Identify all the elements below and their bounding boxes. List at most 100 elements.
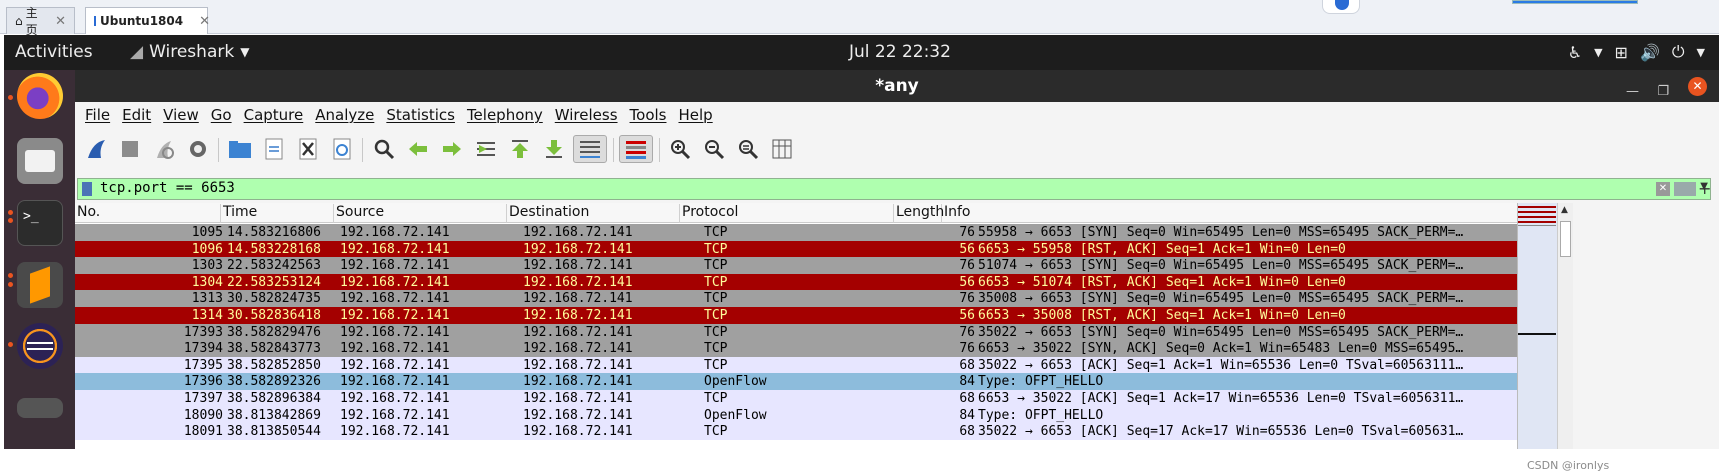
display-filter-input[interactable]: tcp.port == 6653 <box>100 180 235 196</box>
scrollbar-thumb[interactable] <box>1560 221 1571 257</box>
menu-analyze[interactable]: Analyze <box>315 106 374 124</box>
clear-filter-icon[interactable]: ✕ <box>1656 182 1670 196</box>
sublime-text-icon[interactable] <box>17 262 63 308</box>
auto-scroll-icon[interactable] <box>573 135 607 163</box>
menu-help[interactable]: Help <box>678 106 712 124</box>
packet-cell-proto: TCP <box>704 308 728 323</box>
watermark: CSDN @ironlys <box>1527 459 1610 472</box>
remote-badge-icon[interactable] <box>1322 0 1360 14</box>
close-icon[interactable]: ✕ <box>55 14 66 29</box>
zoom-in-icon[interactable] <box>665 135 695 163</box>
packet-row[interactable]: 17395 38.582852850 192.168.72.141 192.168.7… <box>75 356 1517 374</box>
packet-row[interactable]: 1095 14.583216806 192.168.72.141 192.168.72… <box>75 224 1517 241</box>
packet-row[interactable]: 17396 38.582892326 192.168.72.141 192.168.7… <box>75 373 1517 391</box>
column-header-info[interactable]: Info <box>942 204 1517 223</box>
normal-size-icon[interactable] <box>733 135 763 163</box>
menu-go[interactable]: Go <box>211 106 232 124</box>
packet-cell-proto: TCP <box>704 291 728 307</box>
find-packet-search-icon[interactable] <box>369 135 399 163</box>
menu-capture[interactable]: Capture <box>244 106 304 124</box>
host-tab-ubuntu[interactable]: Ubuntu1804 ✕ <box>85 7 210 34</box>
zoom-out-icon[interactable] <box>699 135 729 163</box>
packet-row[interactable]: 1304 22.583253124 192.168.72.141 192.168.72… <box>75 273 1517 291</box>
system-tray[interactable]: ♿ ▼ ⊞ 🔊 ⏻ ▼ <box>1568 42 1705 62</box>
accessibility-icon[interactable]: ♿ <box>1568 43 1582 62</box>
start-capture-fin-icon[interactable] <box>81 135 111 163</box>
packet-row[interactable]: 1313 30.582824735 192.168.72.141 192.168.72… <box>75 290 1517 308</box>
clock[interactable]: Jul 22 22:32 <box>849 42 951 62</box>
menu-wireless[interactable]: Wireless <box>555 106 618 124</box>
app-icon[interactable] <box>17 398 63 418</box>
packet-cell-proto: TCP <box>704 424 728 440</box>
running-indicator <box>8 342 13 347</box>
toolbar-separator <box>362 138 363 162</box>
go-forward-arrow-icon[interactable] <box>437 135 467 163</box>
firefox-icon[interactable] <box>17 73 63 119</box>
resize-columns-icon[interactable] <box>767 135 797 163</box>
close-window-button[interactable]: ✕ <box>1688 77 1707 96</box>
display-filter-bar[interactable]: tcp.port == 6653 ✕ ▼ <box>77 178 1711 200</box>
terminal-icon[interactable]: >_ <box>17 200 63 246</box>
eclipse-icon[interactable] <box>17 323 63 369</box>
packet-cell-dst: 192.168.72.141 <box>523 258 633 274</box>
packet-row[interactable]: 1096 14.583228168 192.168.72.141 192.168.72… <box>75 240 1517 258</box>
go-back-arrow-icon[interactable] <box>403 135 433 163</box>
packet-row[interactable]: 17393 38.582829476 192.168.72.141 192.168.7… <box>75 323 1517 341</box>
packet-cell-time: 30.582836418 <box>227 308 321 323</box>
menu-telephony[interactable]: Telephony <box>467 106 543 124</box>
close-file-icon[interactable] <box>293 135 323 163</box>
host-tab-home[interactable]: ⌂ 主页 ✕ <box>6 6 75 37</box>
bookmark-icon[interactable] <box>82 182 92 196</box>
menu-view[interactable]: View <box>163 106 199 124</box>
menu-statistics[interactable]: Statistics <box>386 106 455 124</box>
last-packet-icon[interactable] <box>539 135 569 163</box>
host-progress-bar <box>1512 0 1638 4</box>
menu-file[interactable]: File <box>85 106 110 124</box>
packet-cell-no: 1314 <box>191 308 223 323</box>
caret-down-icon: ▼ <box>1594 45 1603 59</box>
app-menu-button[interactable]: ◢ Wireshark ▼ <box>130 42 249 62</box>
menu-tools[interactable]: Tools <box>630 106 667 124</box>
first-packet-icon[interactable] <box>505 135 535 163</box>
restart-capture-icon[interactable] <box>149 135 179 163</box>
packet-cell-proto: TCP <box>704 341 728 357</box>
packet-row[interactable]: 17397 38.582896384 192.168.72.141 192.168.7… <box>75 390 1517 407</box>
power-icon: ⏻ <box>1671 42 1685 61</box>
column-header-no[interactable]: No. <box>75 204 221 223</box>
menu-edit[interactable]: Edit <box>122 106 151 124</box>
minimap-cursor <box>1518 333 1556 335</box>
window-titlebar[interactable]: *any — ❐ ✕ <box>75 70 1719 102</box>
packet-row[interactable]: 18090 38.813842869 192.168.72.141 192.168.7… <box>75 406 1517 424</box>
minimap-mark <box>1518 216 1556 218</box>
packet-cell-time: 38.582829476 <box>227 324 321 340</box>
capture-options-gear-icon[interactable] <box>183 135 213 163</box>
packet-cell-src: 192.168.72.141 <box>340 341 450 357</box>
column-header-protocol[interactable]: Protocol <box>680 204 894 223</box>
stop-capture-icon[interactable] <box>115 135 145 163</box>
open-file-folder-icon[interactable] <box>225 135 255 163</box>
close-icon[interactable]: ✕ <box>199 14 210 29</box>
column-header-destination[interactable]: Destination <box>507 204 680 223</box>
column-header-length[interactable]: Length <box>894 204 944 223</box>
save-file-icon[interactable] <box>259 135 289 163</box>
scroll-up-icon[interactable]: ▲ <box>1561 205 1568 215</box>
add-filter-button[interactable]: + <box>1698 179 1711 198</box>
files-icon[interactable] <box>17 138 63 184</box>
column-header-source[interactable]: Source <box>334 204 507 223</box>
packet-cell-time: 38.813850544 <box>227 424 321 440</box>
packet-list-scrollbar[interactable]: ▲ <box>1557 203 1573 449</box>
packet-cell-src: 192.168.72.141 <box>340 308 450 323</box>
apply-filter-arrow-icon[interactable] <box>1674 182 1696 196</box>
packet-cell-dst: 192.168.72.141 <box>523 341 633 357</box>
packet-row[interactable]: 1314 30.582836418 192.168.72.141 192.168.72… <box>75 307 1517 324</box>
colorize-packets-icon[interactable] <box>619 135 653 163</box>
packet-minimap[interactable] <box>1517 203 1557 449</box>
host-tab-label: 主页 <box>25 6 38 37</box>
packet-row[interactable]: 18091 38.813850544 192.168.72.141 192.168.7… <box>75 423 1517 441</box>
go-to-packet-icon[interactable] <box>471 135 501 163</box>
packet-row[interactable]: 17394 38.582843773 192.168.72.141 192.168.7… <box>75 340 1517 358</box>
packet-row[interactable]: 1303 22.583242563 192.168.72.141 192.168.72… <box>75 257 1517 275</box>
reload-file-icon[interactable] <box>327 135 357 163</box>
column-header-time[interactable]: Time <box>221 204 334 223</box>
activities-button[interactable]: Activities <box>15 42 93 62</box>
